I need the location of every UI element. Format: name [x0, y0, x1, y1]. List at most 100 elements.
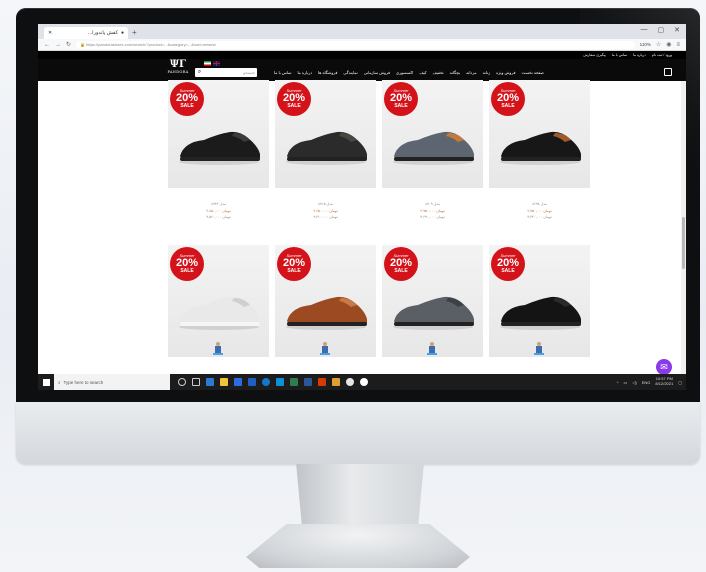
- sale-badge: Summer 20% SALE: [170, 82, 204, 116]
- language-indicator[interactable]: ENG: [642, 380, 651, 385]
- zoom-level[interactable]: 110%: [640, 42, 651, 47]
- product-card[interactable]: Summer 20% SALE: [275, 245, 376, 357]
- badge-sale: SALE: [180, 268, 194, 274]
- taskbar-apps: [178, 378, 368, 386]
- nav-link[interactable]: فروشگاه ها: [318, 70, 337, 75]
- nav-link[interactable]: درباره ما: [297, 70, 312, 75]
- nav-link[interactable]: تخفیف: [433, 70, 444, 75]
- product-photo[interactable]: Summer 20% SALE: [382, 80, 483, 188]
- app-icon[interactable]: [276, 378, 284, 386]
- product-card[interactable]: Summer 20% SALE مدل ۸۶۹۸ ۲,۷۵۰,۰۰۰ تومان ۳,۴۴…: [489, 80, 590, 225]
- word-icon[interactable]: [304, 378, 312, 386]
- site-search[interactable]: ⌕ جستجو: [195, 68, 257, 77]
- product-card[interactable]: Summer 20% SALE مدل ۸۷۳۲ ۲,۸۵۰,۰۰۰ تومان ۳,۵۶…: [168, 80, 269, 225]
- cart-icon[interactable]: [664, 68, 672, 76]
- url-input[interactable]: 🔒 https://pandorashoes.com/search/?produ…: [76, 40, 635, 49]
- badge-sale: SALE: [394, 268, 408, 274]
- product-photo[interactable]: Summer 20% SALE: [382, 245, 483, 357]
- maximize-button[interactable]: ▢: [658, 26, 665, 34]
- uk-flag-icon[interactable]: [213, 61, 220, 66]
- nav-link[interactable]: صفحه نخست: [522, 70, 544, 75]
- back-icon[interactable]: ←: [44, 42, 50, 48]
- volume-icon[interactable]: ◁): [632, 380, 636, 385]
- close-window-button[interactable]: ✕: [674, 26, 680, 34]
- profile-icon[interactable]: ◉: [666, 41, 671, 48]
- site-logo[interactable]: ΨΓ PANDORA: [165, 60, 191, 80]
- product-photo[interactable]: Summer 20% SALE: [275, 80, 376, 188]
- notifications-icon[interactable]: ▢: [678, 380, 682, 385]
- product-old-price: ۳,۳۱۰,۰۰۰ تومان: [313, 215, 338, 219]
- task-view-icon[interactable]: [192, 378, 200, 386]
- product-photo[interactable]: Summer 20% SALE: [168, 80, 269, 188]
- app-icon[interactable]: [290, 378, 298, 386]
- scrollbar-thumb[interactable]: [682, 217, 685, 269]
- product-grid-row1: Summer 20% SALE مدل ۸۷۳۲ ۲,۸۵۰,۰۰۰ تومان ۳,۵۶…: [168, 80, 590, 225]
- product-name[interactable]: مدل ۸۷۰۹: [382, 202, 483, 206]
- search-icon[interactable]: ⌕: [195, 68, 204, 77]
- product-card[interactable]: Summer 20% SALE: [489, 245, 590, 357]
- product-card[interactable]: Summer 20% SALE: [168, 245, 269, 357]
- close-tab-icon[interactable]: ✕: [48, 30, 52, 36]
- top-link[interactable]: پیگیری سفارش: [583, 53, 605, 57]
- app-icon[interactable]: [332, 378, 340, 386]
- nav-link[interactable]: زنانه: [483, 70, 491, 75]
- top-link[interactable]: درباره ما: [633, 53, 646, 57]
- nav-link[interactable]: تماس با ما: [274, 70, 291, 75]
- tray-chevron-icon[interactable]: ^: [617, 380, 619, 385]
- monitor-chin: [16, 402, 700, 464]
- shoe-image: [393, 296, 474, 330]
- system-tray: ^ ▭ ◁) ENG 10:57 PM 8/12/2021 ▢: [617, 374, 682, 390]
- nav-link[interactable]: نمایندگی: [343, 70, 357, 75]
- nav-link[interactable]: اکسسوری: [396, 70, 413, 75]
- taskbar-search[interactable]: ⌕ Type here to search: [54, 374, 170, 390]
- nav-link[interactable]: فروش سازمانی: [364, 70, 390, 75]
- browser-tab[interactable]: ✕ ...کفش پاندورا ●: [44, 27, 128, 39]
- top-link[interactable]: ورود / ثبت نام: [652, 53, 672, 57]
- store-icon[interactable]: [234, 378, 242, 386]
- search-placeholder: جستجو: [243, 70, 255, 75]
- product-photo[interactable]: Summer 20% SALE: [168, 245, 269, 357]
- product-card[interactable]: Summer 20% SALE: [382, 245, 483, 357]
- reload-icon[interactable]: ↻: [66, 41, 71, 48]
- app-icon[interactable]: [360, 378, 368, 386]
- forward-icon[interactable]: →: [55, 42, 61, 48]
- chrome-icon[interactable]: [346, 378, 354, 386]
- product-photo[interactable]: Summer 20% SALE: [489, 80, 590, 188]
- nav-link[interactable]: فروش ویژه: [496, 70, 515, 75]
- edge-icon[interactable]: [206, 378, 214, 386]
- mail-icon[interactable]: [248, 378, 256, 386]
- badge-sale: SALE: [394, 103, 408, 109]
- menu-icon[interactable]: ≡: [676, 42, 680, 48]
- product-name[interactable]: مدل ۸۶۹۸: [489, 202, 590, 206]
- new-tab-button[interactable]: +: [132, 27, 137, 39]
- product-photo[interactable]: Summer 20% SALE: [275, 245, 376, 357]
- powerpoint-icon[interactable]: [318, 378, 326, 386]
- logo-mark-icon: ΨΓ: [169, 59, 187, 70]
- badge-sale: SALE: [287, 103, 301, 109]
- page-scrollbar[interactable]: [681, 81, 686, 390]
- top-link[interactable]: تماس با ما: [612, 53, 627, 57]
- product-name[interactable]: مدل ۸۷۳۲: [168, 202, 269, 206]
- product-card[interactable]: Summer 20% SALE مدل ۸۷۱۵ ۲,۶۵۰,۰۰۰ تومان ۳,۳۱…: [275, 80, 376, 225]
- telegram-icon[interactable]: [262, 378, 270, 386]
- product-name[interactable]: مدل ۸۷۱۵: [275, 202, 376, 206]
- product-old-price: ۳,۴۴۰,۰۰۰ تومان: [527, 215, 552, 219]
- badge-sale: SALE: [287, 268, 301, 274]
- nav-link[interactable]: کیف: [419, 70, 426, 75]
- clock-date: 8/12/2021: [655, 381, 674, 386]
- network-icon[interactable]: ▭: [624, 380, 628, 385]
- clock[interactable]: 10:57 PM 8/12/2021: [655, 376, 674, 387]
- cortana-icon[interactable]: [178, 378, 186, 386]
- iran-flag-icon[interactable]: [204, 61, 211, 66]
- bookmark-star-icon[interactable]: ☆: [656, 41, 661, 48]
- minimize-button[interactable]: —: [641, 26, 648, 34]
- product-price: ۲,۷۵۰,۰۰۰ تومان: [527, 209, 552, 213]
- product-card[interactable]: Summer 20% SALE مدل ۸۷۰۹ ۲,۹۵۰,۰۰۰ تومان ۳,۶۹…: [382, 80, 483, 225]
- start-button[interactable]: [38, 374, 54, 390]
- nav-link[interactable]: مردانه: [466, 70, 477, 75]
- product-photo[interactable]: Summer 20% SALE: [489, 245, 590, 357]
- nav-link[interactable]: بچگانه: [450, 70, 460, 75]
- chat-widget-icon[interactable]: ✉: [656, 359, 672, 375]
- sale-badge: Summer 20% SALE: [491, 82, 525, 116]
- file-explorer-icon[interactable]: [220, 378, 228, 386]
